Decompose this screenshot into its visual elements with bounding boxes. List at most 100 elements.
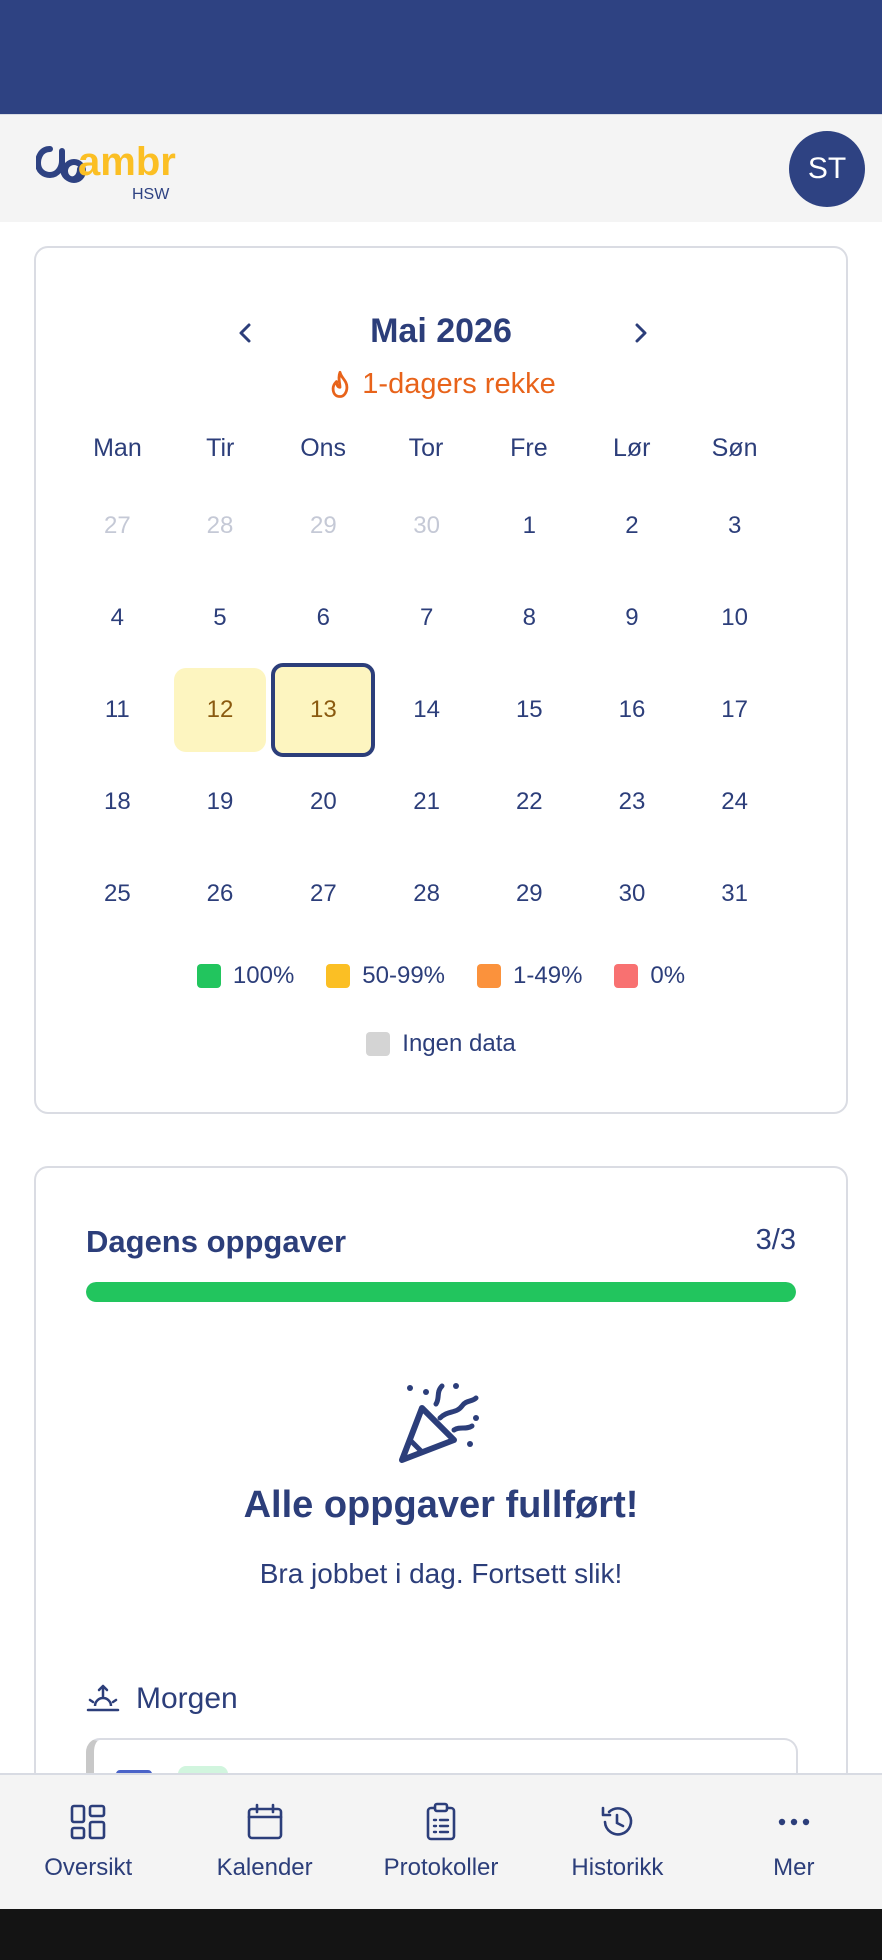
completion-subtitle: Bra jobbet i dag. Fortsett slik!: [259, 1558, 623, 1589]
day-number: 29: [309, 512, 337, 539]
legend-item: 50-99%: [326, 962, 445, 990]
day-number: 5: [213, 604, 227, 631]
calendar-day[interactable]: 1: [478, 480, 581, 572]
history-icon: [602, 1806, 633, 1836]
day-number: 27: [309, 880, 337, 907]
calendar-day[interactable]: 12: [169, 664, 272, 756]
calendar-day[interactable]: 25: [66, 848, 169, 940]
month-title: Mai 2026: [370, 312, 512, 350]
calendar-day[interactable]: 15: [478, 664, 581, 756]
logo-text: ambr: [78, 141, 176, 184]
nav-item-kalender[interactable]: Kalender: [176, 1775, 352, 1909]
calendar-day[interactable]: 23: [581, 756, 684, 848]
calendar-day[interactable]: 19: [169, 756, 272, 848]
tasks-count: 3/3: [755, 1224, 796, 1256]
legend: 100% 50-99% 1-49% 0%: [36, 962, 846, 990]
legend-swatch: [196, 964, 221, 988]
calendar-day[interactable]: 29: [271, 480, 375, 572]
calendar-day[interactable]: 2: [581, 480, 684, 572]
sunrise-icon: [86, 1684, 120, 1712]
party-popper-icon: [399, 1383, 479, 1463]
calendar-day[interactable]: 10: [683, 572, 786, 664]
calendar-day[interactable]: 20: [271, 756, 375, 848]
legend-nodata-row: Ingen data: [36, 1030, 846, 1058]
day-number: 18: [103, 788, 131, 815]
system-home-bar: [0, 1909, 882, 1960]
nav-item-historikk[interactable]: Historikk: [529, 1775, 705, 1909]
nav-item-protokoller[interactable]: Protokoller: [353, 1775, 529, 1909]
day-number: 29: [515, 880, 543, 907]
calendar-day[interactable]: 18: [66, 756, 169, 848]
day-number: 7: [419, 604, 434, 631]
calendar-day[interactable]: 5: [169, 572, 272, 664]
calendar-day[interactable]: 9: [581, 572, 684, 664]
nav-label: Oversikt: [44, 1854, 133, 1881]
legend-label: 1-49%: [513, 962, 583, 989]
next-month-button[interactable]: [615, 308, 665, 358]
calendar-day[interactable]: 24: [683, 756, 786, 848]
calendar-day[interactable]: 8: [478, 572, 581, 664]
flame-icon: [331, 370, 349, 398]
calendar-day[interactable]: 28: [375, 848, 478, 940]
calendar-day[interactable]: 16: [581, 664, 684, 756]
calendar-day[interactable]: 17: [683, 664, 786, 756]
day-number: 16: [618, 696, 646, 723]
day-number: 23: [618, 788, 646, 815]
calendar-day[interactable]: 3: [683, 480, 786, 572]
day-number: 21: [413, 788, 440, 815]
legend-item: 0%: [614, 962, 685, 990]
calendar-day[interactable]: 27: [271, 848, 375, 940]
day-number: 3: [727, 512, 742, 539]
day-number: 22: [515, 788, 543, 815]
day-number: 10: [721, 604, 748, 631]
nav-label: Kalender: [216, 1854, 313, 1881]
calendar-day[interactable]: 7: [375, 572, 478, 664]
day-number: 17: [721, 696, 748, 723]
calendar-day[interactable]: 14: [375, 664, 478, 756]
legend-item-nodata: Ingen data: [366, 1030, 516, 1058]
day-number: 30: [618, 880, 646, 907]
calendar-day[interactable]: 22: [478, 756, 581, 848]
legend-label: Ingen data: [402, 1030, 516, 1057]
streak-label: 1-dagers rekke: [362, 368, 556, 400]
day-number: 2: [625, 512, 639, 539]
avatar[interactable]: ST: [789, 131, 865, 207]
calendar-day[interactable]: 31: [683, 848, 786, 940]
calendar-day[interactable]: 6: [271, 572, 375, 664]
legend-label: 50-99%: [362, 962, 446, 989]
section-morning: Morgen: [86, 1682, 238, 1716]
calendar-day[interactable]: 4: [66, 572, 169, 664]
calendar-day[interactable]: 27: [66, 480, 169, 572]
chevron-right-icon: [635, 323, 647, 343]
calendar-day[interactable]: 21: [375, 756, 478, 848]
weekday-label: Ons: [300, 434, 347, 462]
day-number: 11: [104, 696, 130, 723]
weekday-label: Tor: [408, 434, 444, 462]
calendar-day[interactable]: 30: [375, 480, 478, 572]
clipboard-icon: [426, 1802, 456, 1841]
legend-item: 100%: [196, 962, 294, 990]
status-bar: [0, 0, 882, 114]
calendar-day[interactable]: 11: [66, 664, 169, 756]
weekday-label: Lør: [612, 434, 651, 462]
day-number: 20: [309, 788, 337, 815]
calendar-day[interactable]: 29: [478, 848, 581, 940]
calendar-day[interactable]: 28: [169, 480, 272, 572]
nav-item-mer[interactable]: Mer: [706, 1775, 882, 1909]
nav-label: Protokoller: [383, 1854, 499, 1881]
calendar-day[interactable]: 26: [169, 848, 272, 940]
calendar-day[interactable]: 30: [581, 848, 684, 940]
nav-label: Mer: [773, 1854, 815, 1881]
calendar-icon: [247, 1803, 282, 1840]
calendar-card: Mai 2026 1-dagers rekke Man Tir Ons Tor Fre L…: [34, 246, 848, 1114]
nav-item-oversikt[interactable]: Oversikt: [0, 1775, 176, 1909]
calendar-day-today[interactable]: 13: [271, 663, 376, 757]
streak-indicator: 1-dagers rekke: [36, 368, 846, 401]
day-number: 6: [316, 604, 330, 631]
day-number: 25: [103, 880, 131, 907]
tasks-title: Dagens oppgaver: [86, 1224, 347, 1259]
legend-swatch: [366, 1032, 391, 1056]
logo-sub: HSW: [132, 186, 170, 201]
app-header: ambr HSW ST: [0, 114, 882, 222]
completion-title: Alle oppgaver fullført!: [243, 1484, 639, 1526]
